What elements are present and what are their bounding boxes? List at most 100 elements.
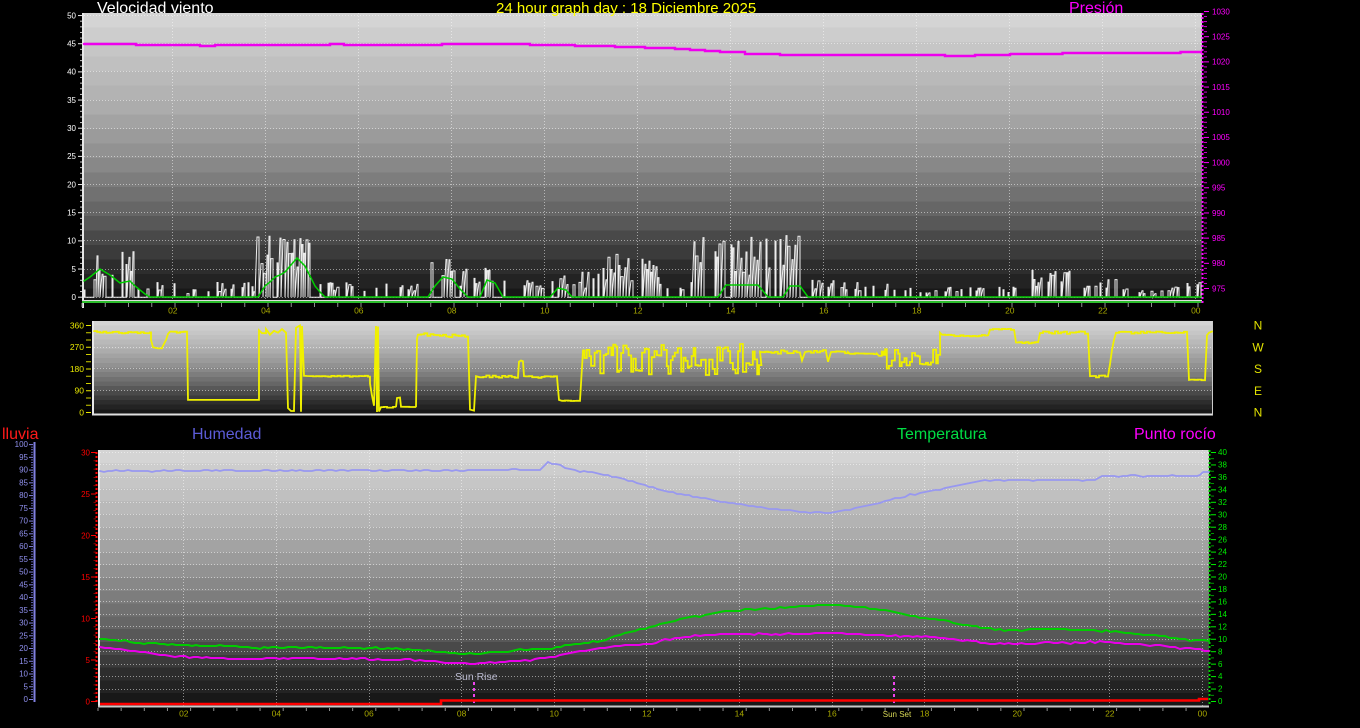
svg-text:15: 15 [81,573,90,582]
svg-text:50: 50 [19,568,28,577]
svg-text:55: 55 [19,555,28,564]
svg-text:04: 04 [272,709,282,719]
svg-text:35: 35 [19,606,28,615]
svg-text:40: 40 [67,68,76,77]
svg-text:S: S [1254,362,1262,376]
svg-text:36: 36 [1218,473,1227,482]
svg-text:24 hour graph day : 18 Diciemb: 24 hour graph day : 18 Diciembre 2025 [496,0,756,17]
svg-text:16: 16 [1218,598,1227,607]
svg-text:0: 0 [79,407,84,417]
svg-text:100: 100 [15,440,29,449]
svg-text:04: 04 [261,306,271,316]
svg-text:4: 4 [1218,672,1223,681]
svg-text:34: 34 [1218,485,1227,494]
svg-text:14: 14 [1218,610,1227,619]
svg-text:5: 5 [72,265,77,274]
svg-text:0: 0 [1218,697,1223,706]
svg-text:N: N [1254,406,1263,420]
svg-text:22: 22 [1218,560,1227,569]
svg-text:12: 12 [642,709,652,719]
svg-text:12: 12 [633,306,643,316]
svg-text:25: 25 [19,631,28,640]
svg-text:45: 45 [67,40,76,49]
svg-text:30: 30 [1218,510,1227,519]
svg-text:02: 02 [168,306,178,316]
svg-text:25: 25 [67,152,76,161]
svg-text:70: 70 [19,517,28,526]
svg-text:Humedad: Humedad [192,426,261,443]
svg-text:20: 20 [67,180,76,189]
svg-text:0: 0 [86,697,91,706]
svg-text:985: 985 [1212,234,1226,243]
svg-text:W: W [1252,340,1264,354]
svg-text:65: 65 [19,529,28,538]
svg-text:06: 06 [354,306,364,316]
svg-text:20: 20 [19,644,28,653]
svg-text:90: 90 [75,386,85,396]
svg-text:2: 2 [1218,685,1223,694]
svg-text:990: 990 [1212,209,1226,218]
svg-text:995: 995 [1212,184,1226,193]
svg-text:24: 24 [1218,548,1227,557]
svg-text:10: 10 [549,709,559,719]
svg-text:18: 18 [1218,585,1227,594]
svg-text:30: 30 [19,619,28,628]
svg-text:10: 10 [19,670,28,679]
svg-text:60: 60 [19,542,28,551]
svg-text:20: 20 [1218,573,1227,582]
svg-text:360: 360 [70,320,84,330]
svg-text:14: 14 [726,306,736,316]
svg-text:08: 08 [457,709,467,719]
svg-text:28: 28 [1218,523,1227,532]
svg-text:38: 38 [1218,461,1227,470]
svg-text:35: 35 [67,96,76,105]
svg-text:22: 22 [1105,709,1115,719]
svg-text:E: E [1254,384,1262,398]
svg-text:08: 08 [447,306,457,316]
svg-text:1025: 1025 [1212,33,1230,42]
svg-text:6: 6 [1218,660,1223,669]
svg-text:Presión: Presión [1069,0,1123,17]
svg-text:Temperatura: Temperatura [897,426,987,443]
svg-text:45: 45 [19,580,28,589]
svg-text:5: 5 [86,656,91,665]
svg-text:06: 06 [364,709,374,719]
svg-text:16: 16 [827,709,837,719]
svg-text:N: N [1254,319,1263,333]
svg-text:10: 10 [67,237,76,246]
svg-text:1010: 1010 [1212,108,1230,117]
svg-text:50: 50 [67,11,76,20]
svg-text:18: 18 [920,709,930,719]
svg-text:25: 25 [81,490,90,499]
svg-text:Velocidad viento: Velocidad viento [97,0,214,17]
svg-text:10: 10 [540,306,550,316]
svg-text:40: 40 [19,593,28,602]
svg-text:15: 15 [67,209,76,218]
svg-text:22: 22 [1098,306,1108,316]
svg-text:1030: 1030 [1212,7,1230,16]
svg-text:30: 30 [81,448,90,457]
svg-text:14: 14 [735,709,745,719]
svg-text:32: 32 [1218,498,1227,507]
svg-text:10: 10 [81,614,90,623]
svg-text:90: 90 [19,466,28,475]
svg-text:95: 95 [19,453,28,462]
svg-text:270: 270 [70,342,84,352]
svg-text:20: 20 [1005,306,1015,316]
svg-text:180: 180 [70,364,84,374]
svg-text:1005: 1005 [1212,133,1230,142]
svg-text:12: 12 [1218,622,1227,631]
svg-text:Sun Set: Sun Set [883,710,912,719]
svg-text:16: 16 [819,306,829,316]
svg-text:Sun Rise: Sun Rise [455,671,498,683]
svg-text:85: 85 [19,478,28,487]
svg-text:20: 20 [81,531,90,540]
svg-text:1020: 1020 [1212,58,1230,67]
svg-text:980: 980 [1212,259,1226,268]
svg-text:Punto rocío: Punto rocío [1134,426,1216,443]
svg-text:40: 40 [1218,448,1227,457]
svg-text:10: 10 [1218,635,1227,644]
svg-text:26: 26 [1218,535,1227,544]
svg-text:15: 15 [19,657,28,666]
svg-text:00: 00 [1198,709,1208,719]
